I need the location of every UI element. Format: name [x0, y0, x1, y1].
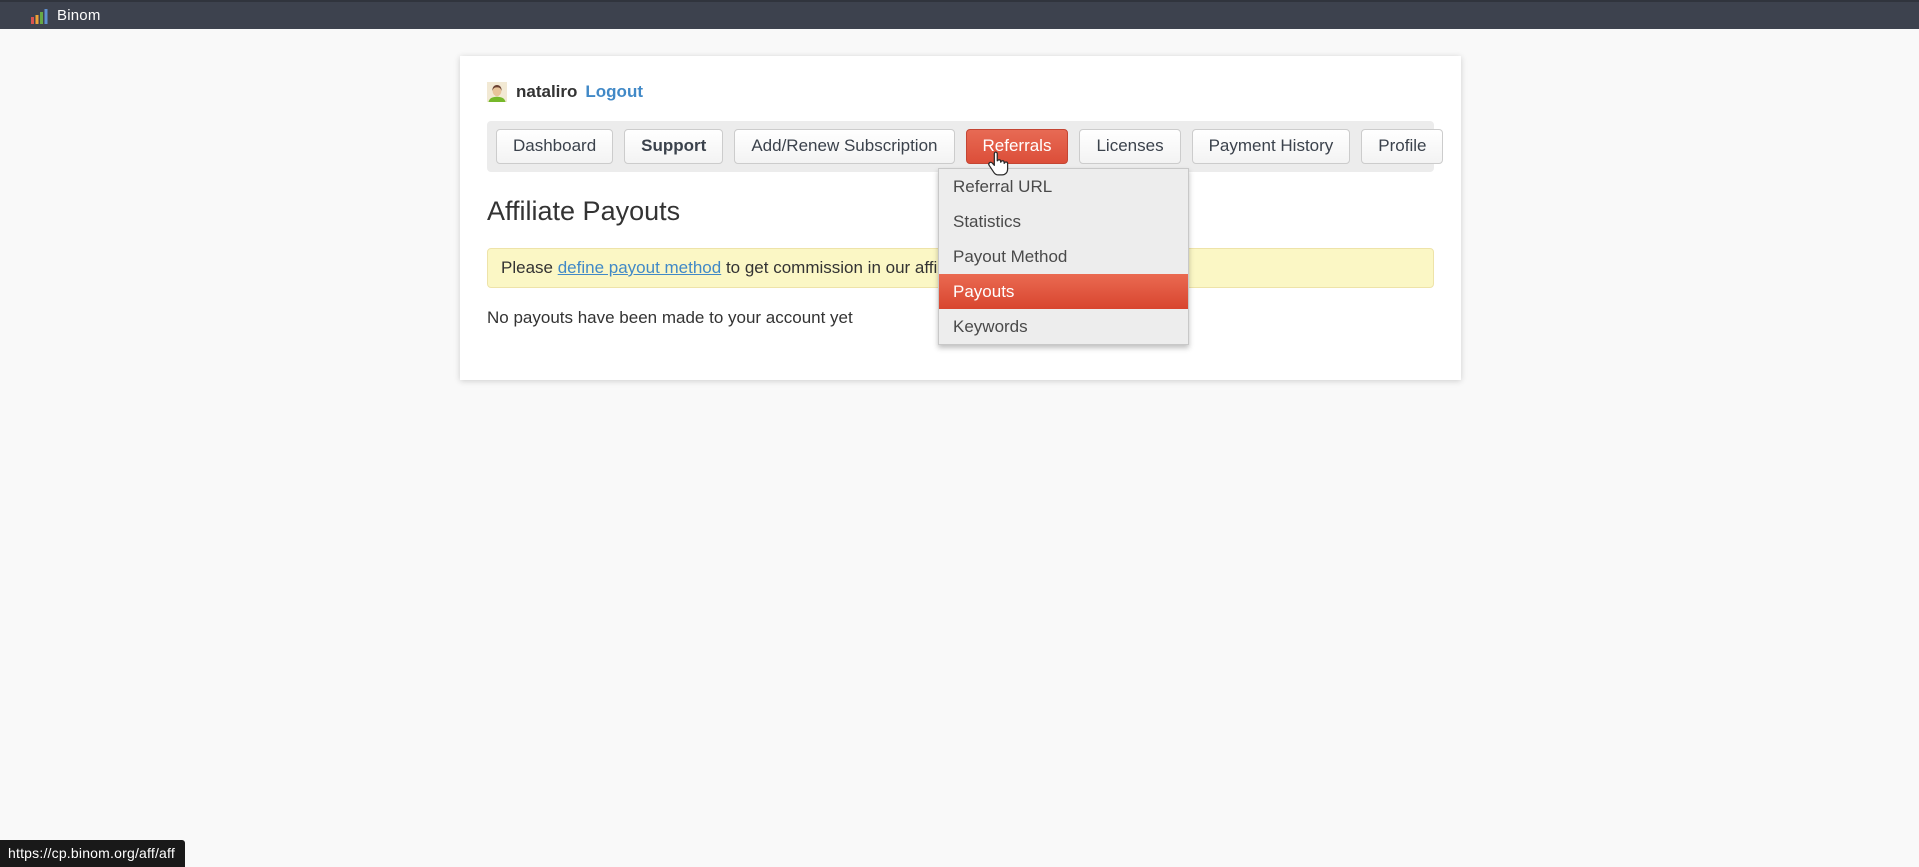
menu-item-payout-method[interactable]: Payout Method: [939, 239, 1188, 274]
notice-text-prefix: Please: [501, 258, 558, 277]
logout-link[interactable]: Logout: [585, 82, 643, 102]
nav-tab-licenses[interactable]: Licenses: [1079, 129, 1180, 164]
nav-tab-referrals[interactable]: Referrals: [966, 129, 1069, 164]
nav-tab-dashboard[interactable]: Dashboard: [496, 129, 613, 164]
menu-item-referral-url[interactable]: Referral URL: [939, 169, 1188, 204]
main-nav: Dashboard Support Add/Renew Subscription…: [487, 121, 1434, 172]
menu-item-statistics[interactable]: Statistics: [939, 204, 1188, 239]
username: nataliro: [516, 82, 577, 102]
nav-tab-support[interactable]: Support: [624, 129, 723, 164]
bar-chart-icon: [31, 7, 48, 24]
user-avatar-icon: [487, 82, 507, 102]
notice-text-suffix: to get commission in our affilia: [721, 258, 954, 277]
link-preview-statusbar: https://cp.binom.org/aff/aff: [0, 840, 185, 867]
user-row: nataliro Logout: [487, 82, 1434, 102]
nav-tab-add-renew-subscription[interactable]: Add/Renew Subscription: [734, 129, 954, 164]
define-payout-method-link[interactable]: define payout method: [558, 258, 722, 277]
referrals-dropdown-menu: Referral URL Statistics Payout Method Pa…: [938, 168, 1189, 345]
nav-tab-payment-history[interactable]: Payment History: [1192, 129, 1351, 164]
nav-tab-profile[interactable]: Profile: [1361, 129, 1443, 164]
menu-item-payouts[interactable]: Payouts: [939, 274, 1188, 309]
brand-title: Binom: [57, 7, 101, 24]
menu-item-keywords[interactable]: Keywords: [939, 309, 1188, 344]
binom-logo[interactable]: Binom: [31, 7, 101, 24]
top-bar: Binom: [0, 0, 1919, 29]
